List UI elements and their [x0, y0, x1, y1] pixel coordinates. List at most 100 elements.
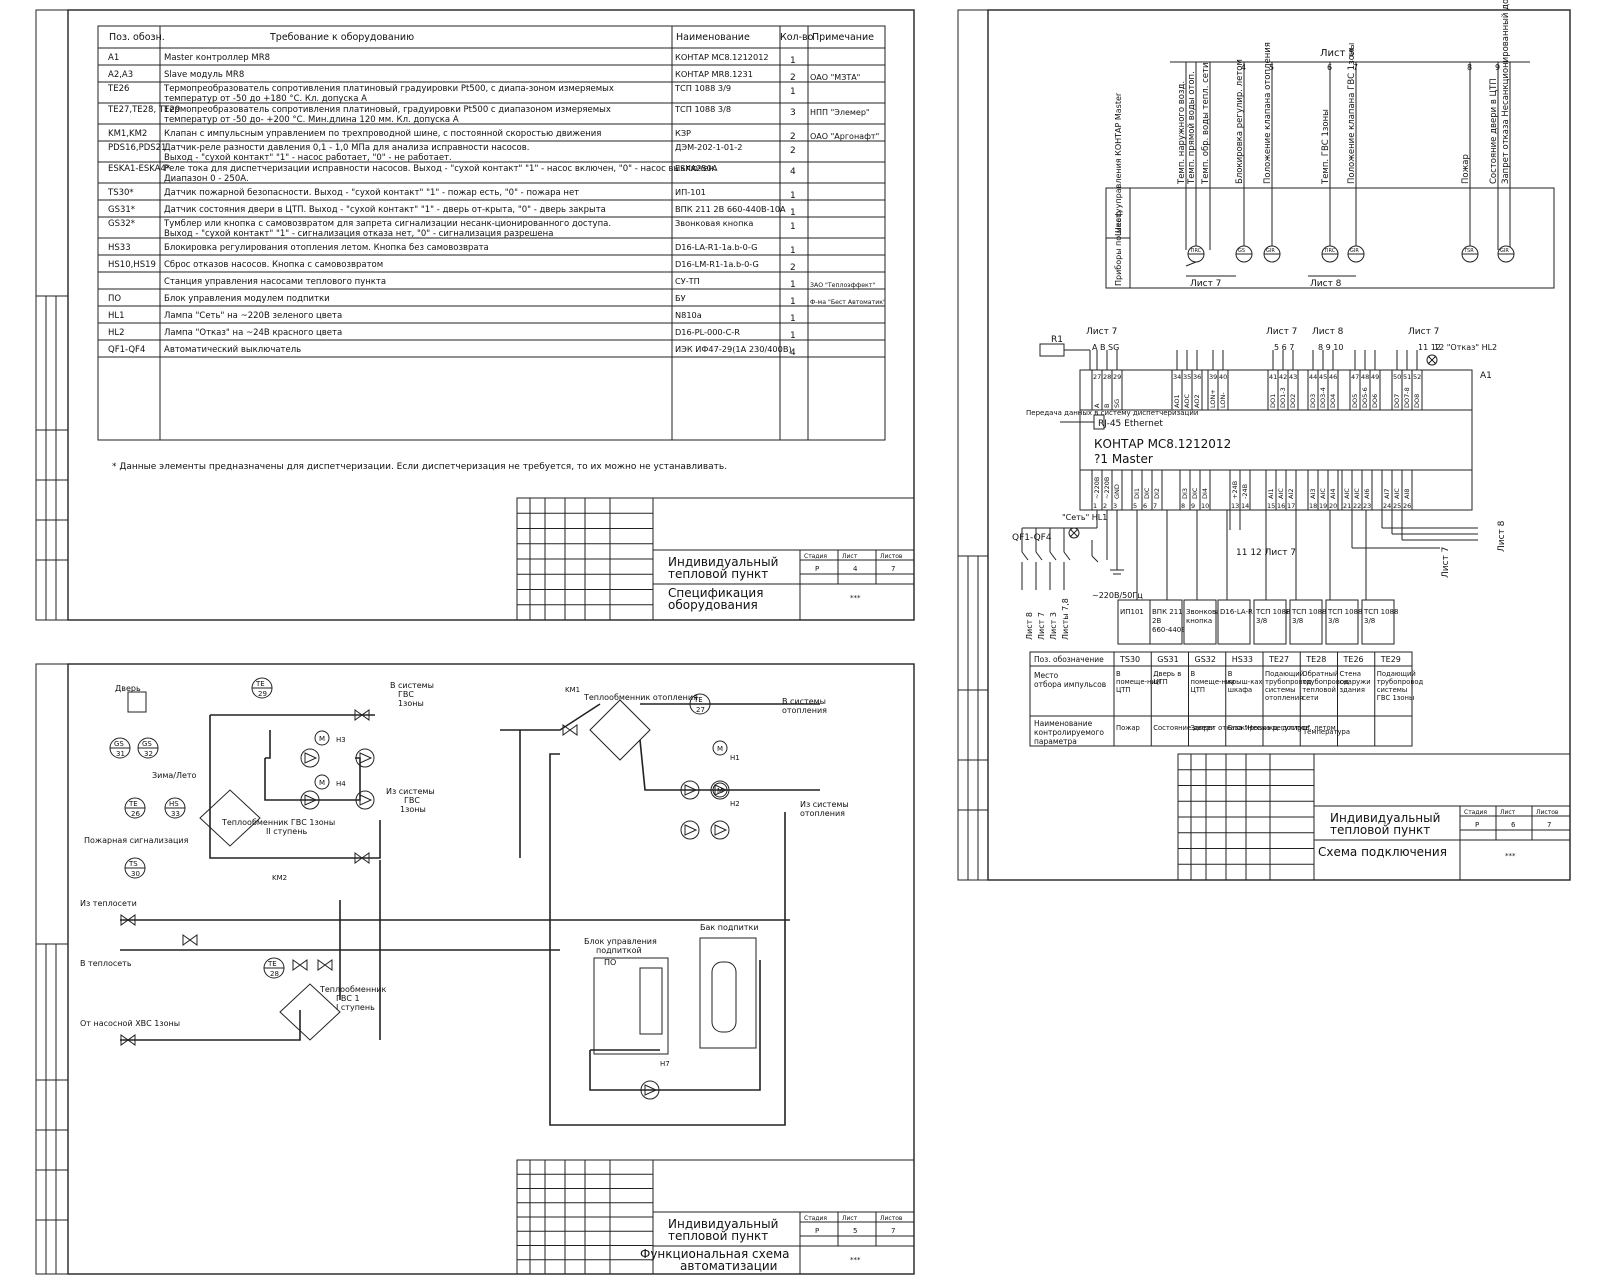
title-block-grid: [517, 498, 653, 620]
spec-header-pos: Поз. обозн.: [109, 32, 165, 43]
wiring-sheet-inner-frame: [987, 9, 1571, 881]
left-sheet-ref: Лист 7: [1037, 612, 1046, 640]
terminal-signal: AO2: [1193, 394, 1201, 408]
spec-row-name: ТСП 1088 3/9: [674, 83, 731, 93]
switch-contact: [1091, 555, 1099, 563]
spec-row-name: Звонковая кнопка: [675, 218, 753, 228]
spec-row-qty: 1: [790, 280, 796, 290]
terminal-signal: DI3: [1181, 488, 1189, 499]
spec-row-pos: GS32*: [108, 219, 135, 229]
label-makeup-tank: Бак подпитки: [700, 923, 759, 932]
instrument-tag: TE: [267, 960, 277, 968]
terminal-number: 39: [1209, 373, 1217, 381]
field-device-label: 3/8: [1256, 617, 1267, 625]
tb-org: ***: [850, 594, 861, 602]
resistor-r1: [1039, 343, 1065, 357]
pump-arrow-icon: [359, 752, 373, 764]
tb-sheet-label: Лист: [842, 553, 858, 560]
field-device-label: ТСП 1088: [1327, 608, 1362, 616]
spec-row-name: КОНТАР MR8.1231: [675, 69, 753, 79]
terminal-number: 26: [1403, 502, 1411, 510]
spec-row-name: СУ-ТП: [675, 276, 700, 286]
spec-row-name: ESKA250A: [675, 163, 718, 173]
pump-tag: H2: [730, 800, 740, 808]
table-col-header: HS33: [1232, 655, 1253, 664]
terminal-signal: DIC: [1191, 487, 1199, 499]
terminal-number: 7: [1153, 502, 1157, 510]
label-po: ПО: [604, 958, 616, 967]
table-place-cell: здания: [1340, 686, 1365, 694]
ctrl-ref-nums-a: A B SG: [1092, 343, 1119, 352]
sensor-bubble-tag: GIR: [1266, 248, 1275, 254]
spec-row-note: Ф-ма "Бест Автоматик": [810, 299, 886, 306]
terminal-signal: DO4: [1329, 394, 1337, 408]
table-col-header: TE26: [1343, 655, 1364, 664]
instrument-tag: 27: [696, 706, 705, 714]
table-place-cell: сети: [1302, 694, 1318, 702]
tb-sheets-label: Листов: [1536, 809, 1559, 816]
spec-row-qty: 3: [790, 108, 796, 118]
controller-text: КОНТАР МС8.1212012 ?1 Master А1 R1 RJ-45…: [1012, 327, 1507, 600]
wiring-column-label: Темп. прямой воды отоп.: [1187, 71, 1197, 185]
spec-row-pos: A2,A3: [108, 70, 133, 80]
functional-sheet-inner-frame: [67, 663, 915, 1275]
sensor-bubble-tag: GIR: [1350, 248, 1359, 254]
label-makeup-block-2: подпиткой: [596, 946, 642, 955]
spec-row-pos: ПО: [108, 294, 121, 304]
pump-tag: H3: [336, 736, 346, 744]
ctrl-ref-list8: Лист 8: [1312, 327, 1344, 337]
spec-footnote: * Данные элементы предназначены для дисп…: [112, 462, 727, 472]
makeup-valve-stack: [639, 967, 663, 1035]
table-place-cell: снаружи: [1340, 678, 1371, 686]
label-from-network: Из теплосети: [80, 899, 137, 908]
terminal-signal: LON-: [1219, 392, 1227, 408]
wiring-column-label: Темп. ГВС 1зоны: [1321, 109, 1331, 185]
field-device-label: 3/8: [1364, 617, 1375, 625]
terminal-signal: LON+: [1209, 389, 1217, 408]
spec-table-text: Поз. обозн. Требование к оборудованию На…: [107, 32, 886, 472]
tb-stage-value: Р: [815, 1227, 819, 1235]
terminal-number: 20: [1329, 502, 1337, 510]
pipe-makeup: [589, 960, 761, 1091]
field-device-label: ТСП 1088: [1363, 608, 1398, 616]
functional-title-block-text: Индивидуальный тепловой пункт Функционал…: [640, 1215, 903, 1273]
breaker-contact: [1021, 551, 1029, 561]
table-row-label: Поз. обозначение: [1034, 655, 1104, 664]
power-label: ~220В/50Гц: [1092, 591, 1143, 600]
spec-row-qty: 2: [790, 73, 796, 83]
terminal-number: 51: [1403, 373, 1411, 381]
label-hx-gvs1-b: ГВС 1: [336, 994, 360, 1003]
ctrl-ref-list7c: Лист 7: [1408, 327, 1439, 337]
spec-header-name: Наименование: [676, 32, 750, 43]
terminal-signal: ~220В: [1093, 477, 1101, 499]
tb-stage-label: Стадия: [804, 1215, 827, 1222]
terminal-signal: AI7: [1383, 489, 1391, 500]
terminal-number: 10: [1201, 502, 1209, 510]
sensor-bubble-tag: TIRC: [1323, 248, 1336, 254]
wiring-project-line2: тепловой пункт: [1330, 823, 1430, 837]
terminal-number: 15: [1267, 502, 1275, 510]
motor-letter: M: [319, 735, 325, 743]
instrument-tag: 33: [171, 810, 180, 818]
ctrl-ref-nums-b: 5 6 7: [1274, 343, 1294, 352]
label-from-gvs-3: 1зоны: [400, 805, 426, 814]
terminal-signal: AIC: [1277, 488, 1285, 499]
terminal-number: 48: [1361, 373, 1369, 381]
breaker-contact: [1063, 551, 1071, 561]
spec-row-name: ИП-101: [675, 187, 706, 197]
sensor-bubble-tag: GIR: [1500, 248, 1509, 254]
label-to-gvs-3: 1зоны: [398, 699, 424, 708]
valve-icon: [292, 959, 308, 971]
spec-row-name: D16-LM-R1-1a.b-0-G: [675, 259, 759, 269]
terminal-signal: DIC: [1143, 487, 1151, 499]
dispatch-label: Передача данных в систему диспетчеризаци…: [1026, 409, 1198, 417]
terminal-number: 43: [1289, 373, 1297, 381]
spec-row-name: БУ: [675, 293, 686, 303]
sensor-bubble-tag: GS: [1238, 248, 1245, 254]
terminal-number: 46: [1329, 373, 1337, 381]
table-place-cell: ЦТП: [1191, 686, 1206, 694]
makeup-vessel-icon: [711, 961, 737, 1033]
valve-tag: KM2: [272, 874, 287, 882]
spec-row-pos: TS30*: [107, 188, 134, 198]
spec-row-pos: HL2: [108, 328, 125, 338]
